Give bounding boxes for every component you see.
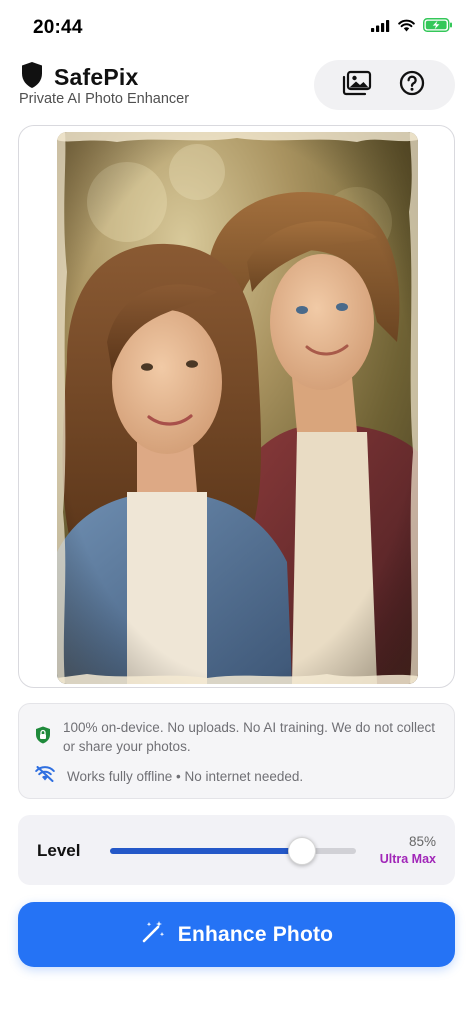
magic-wand-icon bbox=[140, 919, 166, 950]
photo-preview-card[interactable] bbox=[18, 125, 455, 688]
app-header: SafePix Private AI Photo Enhancer bbox=[18, 58, 455, 114]
privacy-row-on-device: 100% on-device. No uploads. No AI traini… bbox=[35, 718, 440, 756]
app-tagline: Private AI Photo Enhancer bbox=[19, 91, 190, 107]
status-bar: 20:44 bbox=[0, 0, 473, 56]
cellular-signal-icon bbox=[371, 19, 390, 37]
app-name: SafePix bbox=[54, 64, 139, 90]
brand: SafePix bbox=[20, 61, 139, 94]
level-control-card: Level 85% Ultra Max bbox=[18, 815, 455, 885]
status-icons bbox=[371, 18, 453, 37]
level-label: Level bbox=[37, 841, 81, 860]
level-mode-label: Ultra Max bbox=[379, 852, 436, 866]
level-slider[interactable] bbox=[110, 837, 356, 865]
wifi-off-icon bbox=[35, 766, 55, 787]
wifi-icon bbox=[398, 19, 415, 37]
enhance-button-label: Enhance Photo bbox=[177, 922, 334, 946]
battery-charging-icon bbox=[423, 18, 453, 37]
gallery-icon bbox=[342, 70, 372, 101]
slider-thumb[interactable] bbox=[287, 837, 316, 865]
vintage-couple-portrait-image bbox=[57, 132, 418, 684]
lock-shield-icon bbox=[35, 726, 51, 749]
enhance-photo-button[interactable]: Enhance Photo bbox=[18, 902, 455, 967]
slider-fill bbox=[110, 848, 302, 854]
header-actions bbox=[314, 60, 455, 110]
shield-icon bbox=[20, 61, 44, 94]
help-button[interactable] bbox=[395, 68, 429, 102]
privacy-info-card: 100% on-device. No uploads. No AI traini… bbox=[18, 703, 455, 799]
privacy-row-offline: Works fully offline • No internet needed… bbox=[35, 766, 440, 787]
status-time: 20:44 bbox=[33, 17, 83, 38]
privacy-offline-text: Works fully offline • No internet needed… bbox=[67, 769, 304, 784]
level-value: 85% bbox=[408, 834, 436, 849]
privacy-on-device-text: 100% on-device. No uploads. No AI traini… bbox=[63, 720, 435, 754]
gallery-button[interactable] bbox=[340, 68, 374, 102]
help-icon bbox=[399, 70, 425, 101]
